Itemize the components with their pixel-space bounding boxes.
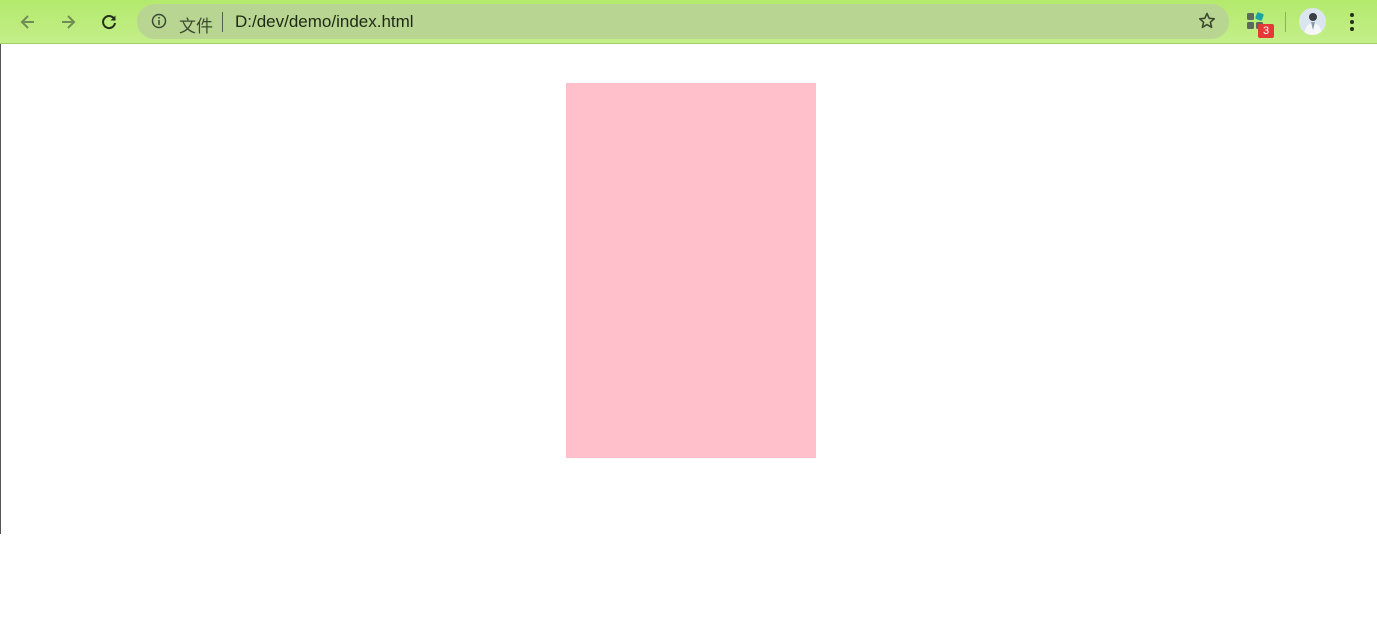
scheme-label: 文件 [179,17,213,37]
pink-box [566,83,816,458]
avatar[interactable] [1299,8,1326,35]
star-icon[interactable] [1197,11,1217,31]
browser-toolbar: 文件 D:/dev/demo/index.html 3 [0,0,1377,44]
reload-button[interactable] [94,7,124,37]
toolbar-divider [1285,12,1286,32]
url-text[interactable]: D:/dev/demo/index.html [235,12,414,32]
back-button[interactable] [13,7,43,37]
window-edge [0,44,1,534]
extension-badge: 3 [1258,24,1274,38]
kebab-menu-icon[interactable] [1341,8,1363,36]
reload-icon [102,15,116,30]
avatar-image [1299,8,1326,35]
address-separator [222,12,223,32]
arrow-left-icon [20,15,34,29]
forward-button[interactable] [53,7,83,37]
arrow-right-icon [62,15,76,29]
info-icon[interactable] [151,13,167,29]
address-bar[interactable]: 文件 D:/dev/demo/index.html [137,4,1229,39]
